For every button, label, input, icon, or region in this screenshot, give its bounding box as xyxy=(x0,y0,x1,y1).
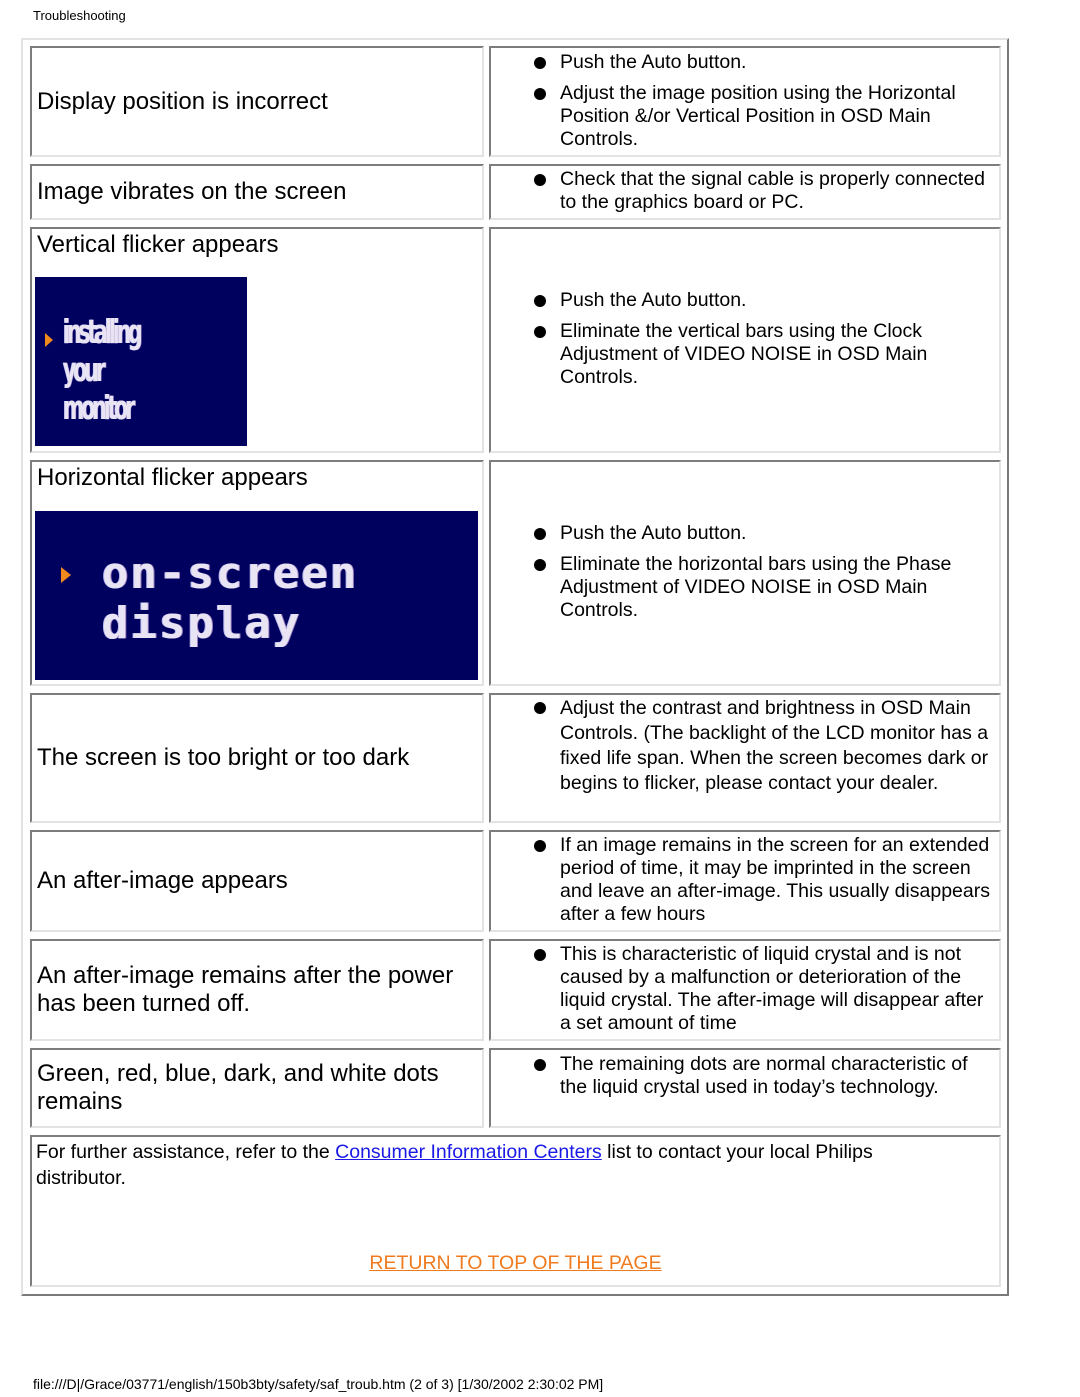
osd-image-line1: on-screen xyxy=(102,548,359,599)
page-header-title: Troubleshooting xyxy=(33,8,126,23)
bullet-icon xyxy=(534,559,546,571)
problem-text: An after-image remains after the power h… xyxy=(37,962,454,1017)
solution-cell: Push the Auto button. Eliminate the vert… xyxy=(489,227,1001,453)
solution-cell: This is characteristic of liquid crystal… xyxy=(489,939,1001,1041)
solution-item: Push the Auto button. xyxy=(491,51,995,74)
problem-cell: Green, red, blue, dark, and white dots r… xyxy=(30,1048,484,1128)
bullet-icon xyxy=(534,57,546,69)
problem-text: Vertical flicker appears xyxy=(37,231,279,258)
solution-text: This is characteristic of liquid crystal… xyxy=(560,943,984,1034)
solution-text: Push the Auto button. xyxy=(560,522,747,544)
bullet-icon xyxy=(534,326,546,338)
solution-item: Adjust the image position using the Hori… xyxy=(491,82,995,151)
solution-list: This is characteristic of liquid crystal… xyxy=(491,943,995,1035)
solution-cell: Push the Auto button. Adjust the image p… xyxy=(489,46,1001,157)
bullet-icon xyxy=(534,1059,546,1071)
osd-image-line1: installing your xyxy=(63,312,143,389)
bullet-icon xyxy=(534,840,546,852)
solution-list: The remaining dots are normal characteri… xyxy=(491,1053,995,1099)
osd-image-installing-monitor: installing your monitor xyxy=(35,277,247,446)
solution-list: Check that the signal cable is properly … xyxy=(491,168,995,214)
solution-list: Push the Auto button. Adjust the image p… xyxy=(491,51,995,151)
solution-cell: The remaining dots are normal characteri… xyxy=(489,1048,1001,1128)
solution-item: If an image remains in the screen for an… xyxy=(491,834,995,926)
problem-cell: An after-image remains after the power h… xyxy=(30,939,484,1041)
arrow-icon xyxy=(45,333,53,347)
solution-list: If an image remains in the screen for an… xyxy=(491,834,995,926)
solution-text: Check that the signal cable is properly … xyxy=(560,168,985,213)
solution-item: This is characteristic of liquid crystal… xyxy=(491,943,995,1035)
osd-image-caption: on-screen display xyxy=(102,549,358,649)
solution-item: Eliminate the vertical bars using the Cl… xyxy=(491,320,995,389)
solution-cell: Check that the signal cable is properly … xyxy=(489,164,1001,220)
problem-text: An after-image appears xyxy=(37,867,288,894)
problem-cell: Display position is incorrect xyxy=(30,46,484,157)
solution-text: Adjust the contrast and brightness in OS… xyxy=(560,697,989,794)
solution-cell: If an image remains in the screen for an… xyxy=(489,830,1001,932)
solution-text: Adjust the image position using the Hori… xyxy=(560,82,956,150)
problem-text: Horizontal flicker appears xyxy=(37,464,308,491)
osd-image-line2: display xyxy=(102,598,302,649)
solution-text: If an image remains in the screen for an… xyxy=(560,834,990,925)
page-footer-path: file:///D|/Grace/03771/english/150b3bty/… xyxy=(33,1376,604,1392)
further-text-before: For further assistance, refer to the xyxy=(36,1141,336,1163)
problem-cell: Vertical flicker appears installing your… xyxy=(30,227,484,453)
solution-item: The remaining dots are normal characteri… xyxy=(491,1053,995,1099)
solution-text: Push the Auto button. xyxy=(560,51,747,73)
further-assistance-cell: For further assistance, refer to the Con… xyxy=(30,1135,1001,1287)
consumer-information-centers-link[interactable]: Consumer Information Centers xyxy=(335,1141,602,1163)
solution-text: The remaining dots are normal characteri… xyxy=(560,1053,968,1098)
bullet-icon xyxy=(534,88,546,100)
bullet-icon xyxy=(534,528,546,540)
solution-item: Check that the signal cable is properly … xyxy=(491,168,995,214)
bullet-icon xyxy=(534,702,546,714)
osd-image-caption: installing your monitor xyxy=(63,313,177,427)
bullet-icon xyxy=(534,295,546,307)
solution-cell: Push the Auto button. Eliminate the hori… xyxy=(489,460,1001,686)
solution-text: Push the Auto button. xyxy=(560,289,747,311)
problem-text: The screen is too bright or too dark xyxy=(37,744,410,771)
problem-cell: Horizontal flicker appears on-screen dis… xyxy=(30,460,484,686)
problem-cell: Image vibrates on the screen xyxy=(30,164,484,220)
solution-cell: Adjust the contrast and brightness in OS… xyxy=(489,693,1001,823)
solution-list: Adjust the contrast and brightness in OS… xyxy=(491,696,995,796)
osd-image-line2: monitor xyxy=(63,388,135,427)
solution-list: Push the Auto button. Eliminate the hori… xyxy=(491,522,995,622)
solution-item: Push the Auto button. xyxy=(491,289,995,312)
bullet-icon xyxy=(534,949,546,961)
solution-item: Adjust the contrast and brightness in OS… xyxy=(491,696,995,796)
return-to-top-link[interactable]: RETURN TO TOP OF THE PAGE xyxy=(369,1252,661,1274)
solution-text: Eliminate the vertical bars using the Cl… xyxy=(560,320,928,388)
solution-item: Push the Auto button. xyxy=(491,522,995,545)
solution-list: Push the Auto button. Eliminate the vert… xyxy=(491,289,995,389)
further-assistance-text: For further assistance, refer to the Con… xyxy=(36,1139,959,1191)
problem-text: Green, red, blue, dark, and white dots r… xyxy=(37,1060,439,1115)
problem-text: Image vibrates on the screen xyxy=(37,178,347,205)
problem-text: Display position is incorrect xyxy=(37,87,328,115)
solution-text: Eliminate the horizontal bars using the … xyxy=(560,553,952,621)
osd-image-on-screen-display: on-screen display xyxy=(35,511,478,680)
problem-cell: An after-image appears xyxy=(30,830,484,932)
solution-item: Eliminate the horizontal bars using the … xyxy=(491,553,995,622)
problem-cell: The screen is too bright or too dark xyxy=(30,693,484,823)
arrow-icon xyxy=(61,567,71,583)
return-link-wrapper: RETURN TO TOP OF THE PAGE xyxy=(32,1252,999,1275)
bullet-icon xyxy=(534,174,546,186)
